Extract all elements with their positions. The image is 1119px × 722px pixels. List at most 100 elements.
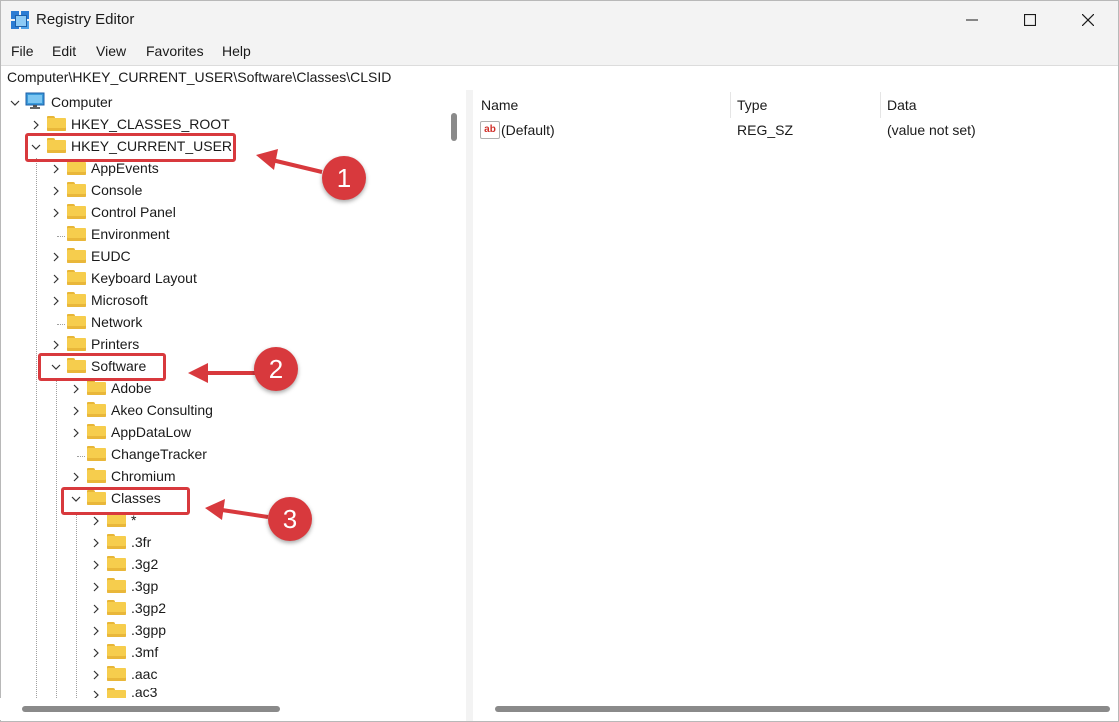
annotation-badge-2: 2 [254,347,298,391]
chevron-right-icon[interactable] [71,384,81,394]
pane-splitter[interactable] [466,90,473,721]
menu-help[interactable]: Help [222,43,251,59]
chevron-right-icon[interactable] [91,626,101,636]
column-header-type[interactable]: Type [737,97,767,113]
folder-icon [107,556,126,571]
tree-node-class[interactable]: .3gp2 [131,600,166,616]
value-data: (value not set) [887,122,976,138]
tree-node-class[interactable]: .3gp [131,578,158,594]
folder-icon [67,226,86,241]
tree-node-eudc[interactable]: EUDC [91,248,131,264]
address-path[interactable]: Computer\HKEY_CURRENT_USER\Software\Clas… [7,69,391,85]
annotation-badge-1: 1 [322,156,366,200]
chevron-right-icon[interactable] [51,296,61,306]
tree-node-computer[interactable]: Computer [51,94,112,110]
column-header-data[interactable]: Data [887,97,917,113]
values-list-pane[interactable]: Name Type Data ab (Default) REG_SZ (valu… [473,90,1118,721]
menu-favorites[interactable]: Favorites [146,43,204,59]
chevron-right-icon[interactable] [51,208,61,218]
folder-icon [67,160,86,175]
close-icon [1082,14,1094,26]
annotation-badge-3: 3 [268,497,312,541]
window-title: Registry Editor [36,11,135,28]
chevron-right-icon[interactable] [51,340,61,350]
value-type: REG_SZ [737,122,794,138]
tree-node-class[interactable]: .3fr [131,534,151,550]
address-bar[interactable]: Computer\HKEY_CURRENT_USER\Software\Clas… [1,65,1118,91]
folder-icon [67,292,86,307]
chevron-right-icon[interactable] [91,582,101,592]
tree-node-network[interactable]: Network [91,314,142,330]
folder-icon [107,622,126,637]
folder-icon [107,534,126,549]
chevron-right-icon[interactable] [51,274,61,284]
tree-node-control-panel[interactable]: Control Panel [91,204,176,220]
chevron-right-icon[interactable] [91,604,101,614]
tree-node-console[interactable]: Console [91,182,142,198]
close-button[interactable] [1059,1,1117,39]
tree-node-class[interactable]: .3g2 [131,556,158,572]
tree-node-hkey-classes-root[interactable]: HKEY_CLASSES_ROOT [71,116,230,132]
folder-icon [67,270,86,285]
tree-node-class[interactable]: .3mf [131,644,158,660]
tree-node-class[interactable]: .aac [131,666,157,682]
folder-icon [107,600,126,615]
column-separator[interactable] [880,92,881,118]
chevron-right-icon[interactable] [71,406,81,416]
tree-row-clipped: .ac3 [88,688,248,698]
chevron-right-icon[interactable] [31,120,41,130]
string-value-icon: ab [480,121,500,139]
tree-node-keyboard-layout[interactable]: Keyboard Layout [91,270,197,286]
tree-node-appdatalow[interactable]: AppDataLow [111,424,191,440]
column-header-name[interactable]: Name [481,97,518,113]
menu-edit[interactable]: Edit [52,43,76,59]
computer-icon [25,92,45,109]
tree-node-environment[interactable]: Environment [91,226,170,242]
tree-node-akeo-consulting[interactable]: Akeo Consulting [111,402,213,418]
tree-node-microsoft[interactable]: Microsoft [91,292,148,308]
folder-icon [107,666,126,681]
chevron-right-icon[interactable] [91,690,101,698]
folder-icon [47,116,66,131]
chevron-right-icon[interactable] [51,252,61,262]
chevron-right-icon[interactable] [71,428,81,438]
chevron-down-icon[interactable] [10,98,20,108]
chevron-right-icon[interactable] [51,164,61,174]
tree-guide-line [36,158,37,698]
chevron-right-icon[interactable] [51,186,61,196]
column-separator[interactable] [730,92,731,118]
chevron-right-icon[interactable] [91,516,101,526]
tree-guide-line [57,324,65,325]
tree-node-adobe[interactable]: Adobe [111,380,151,396]
maximize-button[interactable] [1001,1,1059,39]
tree-node-chromium[interactable]: Chromium [111,468,176,484]
folder-icon [67,248,86,263]
tree-guide-line [56,380,57,698]
title-bar: Registry Editor [1,1,1118,39]
chevron-right-icon[interactable] [91,560,101,570]
tree-vertical-scrollbar-thumb[interactable] [451,113,457,141]
menu-file[interactable]: File [11,43,34,59]
tree-guide-line [76,512,77,698]
tree-node-class[interactable]: .ac3 [131,688,157,698]
menu-view[interactable]: View [96,43,126,59]
tree-node-printers[interactable]: Printers [91,336,139,352]
folder-icon [87,468,106,483]
folder-icon [67,336,86,351]
chevron-right-icon[interactable] [71,472,81,482]
tree-node-appevents[interactable]: AppEvents [91,160,159,176]
folder-icon [67,314,86,329]
minimize-button[interactable] [943,1,1001,39]
minimize-icon [966,19,978,21]
folder-icon [107,578,126,593]
chevron-right-icon[interactable] [91,538,101,548]
chevron-right-icon[interactable] [91,648,101,658]
registry-editor-app-icon [11,11,29,29]
menu-bar: File Edit View Favorites Help [1,40,1118,64]
list-horizontal-scrollbar-thumb[interactable] [495,706,1110,712]
tree-horizontal-scrollbar-thumb[interactable] [22,706,280,712]
tree-node-class[interactable]: .3gpp [131,622,166,638]
tree-node-changetracker[interactable]: ChangeTracker [111,446,207,462]
chevron-right-icon[interactable] [91,670,101,680]
maximize-icon [1024,14,1036,26]
